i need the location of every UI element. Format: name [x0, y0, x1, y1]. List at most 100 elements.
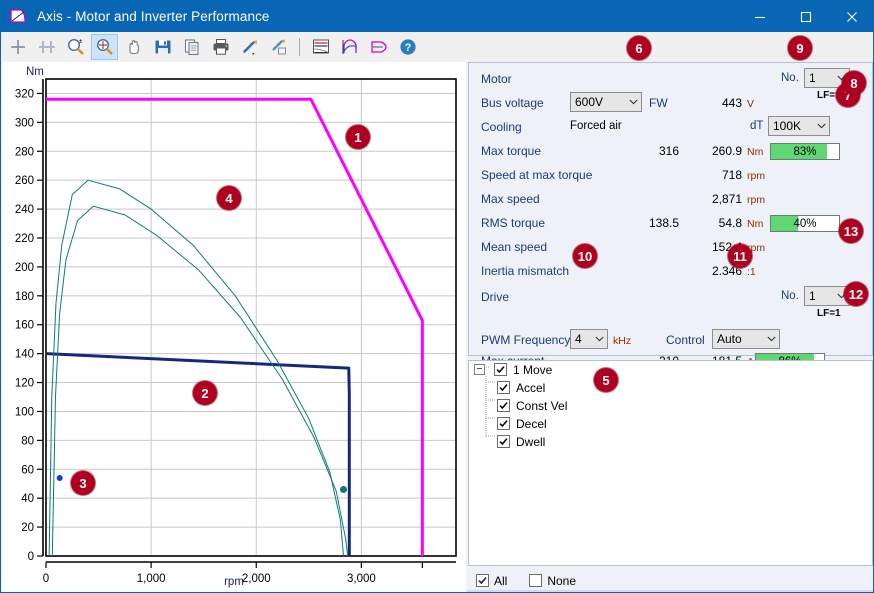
max-torque-value: 260.9 — [659, 144, 742, 158]
rms-torque-value: 54.8 — [659, 216, 742, 230]
dwell-checkbox[interactable] — [497, 435, 510, 448]
control-select[interactable]: Auto — [712, 329, 780, 349]
callout-badge-13: 13 — [839, 219, 863, 243]
const-vel-checkbox[interactable] — [497, 399, 510, 412]
app-logo-icon — [9, 8, 29, 26]
pan-hand-icon[interactable] — [120, 34, 147, 60]
callout-badge-8: 8 — [842, 71, 866, 95]
tree-row-dwell[interactable]: Dwell — [497, 433, 545, 450]
y-axis-tick-label: 240 — [15, 204, 34, 216]
tree-row-accel[interactable]: Accel — [497, 379, 545, 396]
x-axis-tick-label: 3,000 — [347, 573, 376, 585]
tree-row-root[interactable]: − 1 Move — [474, 361, 552, 378]
accel-checkbox[interactable] — [497, 381, 510, 394]
y-axis-tick-label: 40 — [21, 493, 34, 505]
speed-at-max-torque-unit: rpm — [747, 170, 765, 182]
rms-torque-percent: 40% — [771, 216, 839, 231]
drive-section-label: Drive — [481, 290, 509, 304]
svg-text:±: ± — [79, 39, 83, 45]
callout-badge-1: 1 — [346, 125, 370, 149]
x-axis-tick-label: 2,000 — [242, 573, 271, 585]
chevron-down-icon — [763, 336, 779, 342]
bus-voltage-select[interactable]: 600V — [570, 92, 642, 112]
save-icon[interactable] — [149, 34, 176, 60]
chart-peak-icon[interactable] — [336, 34, 363, 60]
callout-badge-5: 5 — [594, 368, 618, 392]
drive-number-value: 1 — [805, 289, 833, 303]
chart-lines-icon[interactable] — [307, 34, 334, 60]
tree-row-const-vel[interactable]: Const Vel — [497, 397, 567, 414]
all-label: All — [494, 574, 507, 588]
move-segments-tree[interactable]: − 1 Move Accel Const Vel — [468, 360, 873, 566]
x-axis-tick-label: 0 — [43, 573, 49, 585]
motor-drive-parameters-box: Motor No. 1 LF=1 Bus voltage 600V FW 443… — [468, 62, 873, 356]
chevron-down-icon — [625, 99, 641, 105]
drive-number-select[interactable]: 1 — [804, 286, 850, 306]
cooling-label: Cooling — [481, 120, 522, 134]
callout-badge-11: 11 — [728, 244, 752, 268]
title-bar: Axis - Motor and Inverter Performance — [1, 1, 874, 32]
application-window: Axis - Motor and Inverter Performance — [0, 0, 874, 593]
select-all-control[interactable]: All — [476, 574, 507, 588]
performance-chart[interactable]: 0204060801001201401601802002202402602803… — [2, 62, 466, 592]
crosshair-cursor-icon[interactable] — [4, 34, 31, 60]
speed-at-max-torque-label: Speed at max torque — [481, 168, 592, 182]
inertia-mismatch-unit: :1 — [747, 266, 756, 278]
none-checkbox[interactable] — [529, 574, 542, 587]
parameters-panel: Motor No. 1 LF=1 Bus voltage 600V FW 443… — [467, 62, 874, 592]
dt-label: dT — [750, 120, 763, 132]
maximize-button[interactable] — [783, 1, 829, 32]
y-axis-tick-label: 300 — [15, 117, 34, 129]
y-axis-tick-label: 280 — [15, 146, 34, 158]
y-axis-tick-label: 200 — [15, 262, 34, 274]
y-axis-tick-label: 0 — [28, 551, 34, 563]
pencil-icon[interactable] — [236, 34, 263, 60]
callout-badge-12: 12 — [844, 282, 868, 306]
inertia-mismatch-value: 2.346 — [659, 264, 742, 278]
envelope-icon[interactable] — [365, 34, 392, 60]
move-checkbox[interactable] — [494, 363, 507, 376]
zoom-icon[interactable]: ± — [62, 34, 89, 60]
y-axis-tick-label: 80 — [21, 435, 34, 447]
zoom-fit-icon[interactable] — [91, 34, 118, 60]
close-button[interactable] — [829, 1, 874, 32]
toolbar-separator — [299, 38, 300, 56]
max-speed-label: Max speed — [481, 192, 540, 206]
minimize-button[interactable] — [737, 1, 783, 32]
max-speed-unit: rpm — [747, 194, 765, 206]
dt-select[interactable]: 100K — [768, 116, 830, 136]
operating-point-teal — [340, 486, 347, 493]
none-label: None — [547, 574, 576, 588]
tree-row-decel[interactable]: Decel — [497, 415, 547, 432]
callout-badge-10: 10 — [573, 244, 597, 268]
motor-section-label: Motor — [481, 72, 512, 86]
select-none-control[interactable]: None — [529, 574, 576, 588]
x-axis-tick-label: 1,000 — [137, 573, 166, 585]
tree-item-label: Const Vel — [516, 399, 567, 413]
print-icon[interactable] — [207, 34, 234, 60]
callout-badge-4: 4 — [217, 186, 241, 210]
y-axis-tick-label: 160 — [15, 320, 34, 332]
y-axis-tick-label: 140 — [15, 349, 34, 361]
decel-checkbox[interactable] — [497, 417, 510, 430]
max-torque-utilization-bar: 83% — [770, 143, 840, 160]
y-axis-tick-label: 180 — [15, 291, 34, 303]
pwm-frequency-select[interactable]: 4 — [570, 329, 608, 349]
control-value: Auto — [713, 332, 763, 346]
y-axis-tick-label: 20 — [21, 522, 34, 534]
chevron-down-icon — [813, 123, 829, 129]
pwm-frequency-value: 4 — [571, 332, 591, 346]
collapse-expander-icon[interactable]: − — [474, 364, 485, 375]
callout-badge-6: 6 — [627, 36, 651, 60]
max-torque-label: Max torque — [481, 144, 541, 158]
all-checkbox[interactable] — [476, 574, 489, 587]
chart-panel[interactable]: Nm rpm 020406080100120140160180200220240… — [2, 62, 466, 592]
help-icon[interactable]: ? — [394, 34, 421, 60]
dt-value: 100K — [769, 119, 813, 133]
bus-voltage-value: 600V — [571, 95, 625, 109]
copy-icon[interactable] — [178, 34, 205, 60]
y-axis-tick-label: 220 — [15, 233, 34, 245]
pencil-note-icon[interactable] — [265, 34, 292, 60]
crosshair-multi-icon[interactable] — [33, 34, 60, 60]
pwm-frequency-unit: kHz — [613, 335, 631, 347]
